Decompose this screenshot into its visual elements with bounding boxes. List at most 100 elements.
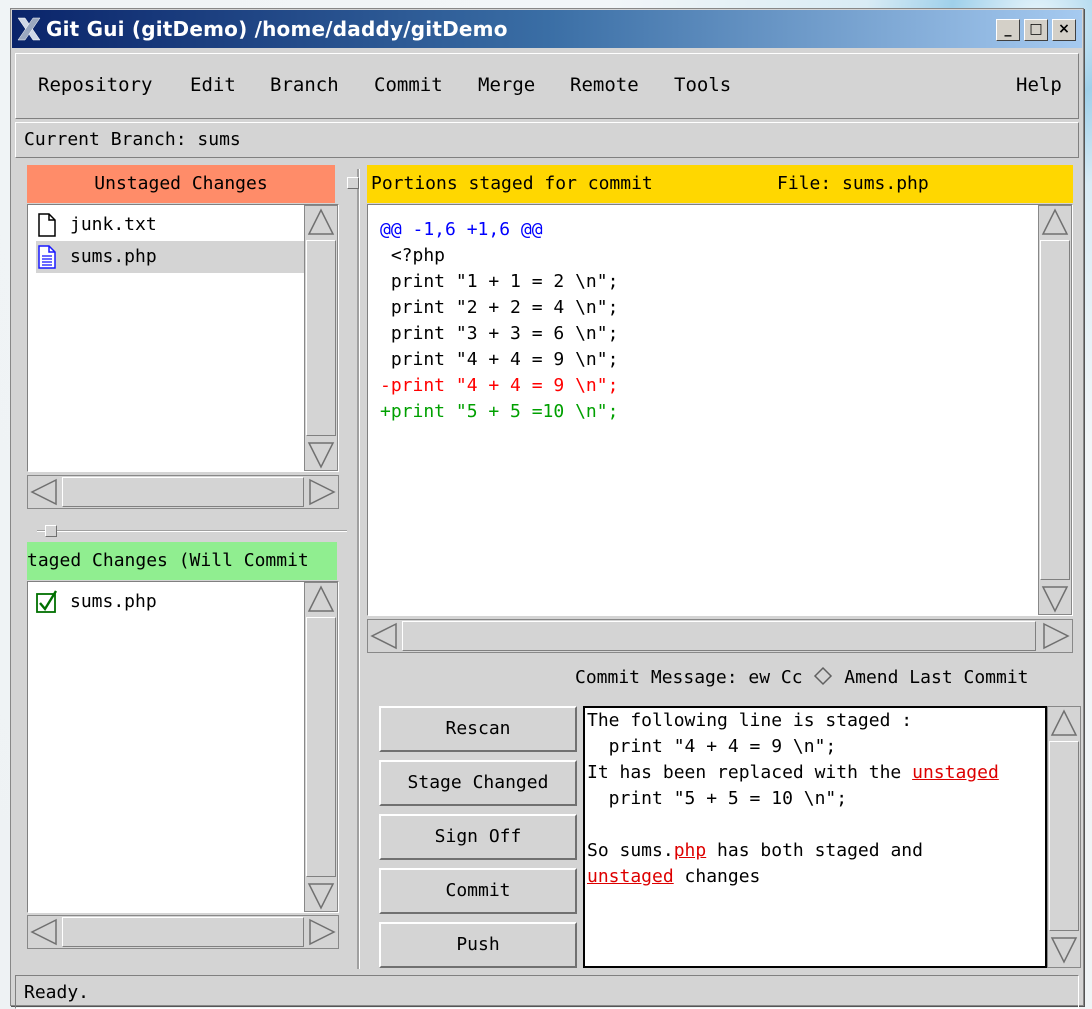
file-name: sums.php bbox=[70, 246, 157, 267]
diff-hunk-header: @@ -1,6 +1,6 @@ bbox=[380, 219, 543, 240]
diff-context-line: print "1 + 1 = 2 \n"; bbox=[380, 271, 619, 292]
rescan-button[interactable]: Rescan bbox=[379, 706, 577, 752]
menu-tools[interactable]: Tools bbox=[674, 74, 731, 96]
file-name: sums.php bbox=[70, 591, 157, 612]
scroll-up-arrow-icon[interactable] bbox=[306, 207, 336, 237]
scroll-thumb[interactable] bbox=[62, 477, 304, 507]
left-pane-splitter[interactable] bbox=[37, 530, 347, 532]
splitter-handle[interactable] bbox=[45, 525, 57, 537]
diff-context-line: print "4 + 4 = 9 \n"; bbox=[380, 349, 619, 370]
amend-last-commit-option[interactable]: Amend Last Commit bbox=[844, 667, 1028, 688]
scroll-left-arrow-icon[interactable] bbox=[369, 621, 399, 651]
push-button[interactable]: Push bbox=[379, 922, 577, 968]
message-line bbox=[585, 812, 999, 838]
list-item-sums-php-selected[interactable]: sums.php bbox=[36, 241, 308, 273]
splitter-handle[interactable] bbox=[347, 177, 359, 189]
status-bar: Ready. bbox=[15, 975, 1079, 1009]
message-line: It has been replaced with the unstaged bbox=[585, 760, 999, 786]
diff-context-line: print "2 + 2 = 4 \n"; bbox=[380, 297, 619, 318]
menu-remote[interactable]: Remote bbox=[570, 74, 639, 96]
diff-vertical-scrollbar[interactable] bbox=[1038, 205, 1072, 615]
scroll-thumb[interactable] bbox=[402, 621, 1036, 651]
x11-logo-icon bbox=[17, 17, 41, 41]
list-item-staged-sums-php[interactable]: sums.php bbox=[36, 586, 308, 618]
unstaged-header-text: Unstaged Changes bbox=[94, 173, 268, 194]
message-line: print "5 + 5 = 10 \n"; bbox=[587, 788, 848, 809]
diff-added-line: +print "5 + 5 =10 \n"; bbox=[380, 401, 619, 422]
message-text: So sums. bbox=[587, 840, 674, 861]
commit-button[interactable]: Commit bbox=[379, 868, 577, 914]
staged-file-list: sums.php bbox=[27, 581, 339, 913]
scroll-left-arrow-icon[interactable] bbox=[29, 917, 59, 947]
menu-repository[interactable]: Repository bbox=[38, 74, 152, 96]
spellcheck-word: unstaged bbox=[587, 866, 674, 887]
unstaged-file-list: junk.txt sums.php bbox=[27, 204, 339, 472]
scroll-left-arrow-icon[interactable] bbox=[29, 477, 59, 507]
scroll-thumb[interactable] bbox=[1040, 240, 1070, 580]
scroll-thumb[interactable] bbox=[62, 917, 304, 947]
staged-changes-header: taged Changes (Will Commit bbox=[27, 542, 337, 580]
new-commit-option[interactable]: ew Cc bbox=[748, 667, 802, 688]
list-item-junk-txt[interactable]: junk.txt bbox=[36, 209, 308, 241]
staged-vertical-scrollbar[interactable] bbox=[304, 582, 338, 912]
radio-diamond-icon[interactable] bbox=[813, 666, 833, 686]
maximize-button[interactable]: □ bbox=[1024, 19, 1048, 41]
title-bar[interactable]: Git Gui (gitDemo) /home/daddy/gitDemo _ … bbox=[12, 10, 1082, 48]
current-branch-label: Current Branch: sums bbox=[24, 129, 241, 150]
diff-header-label: Portions staged for commit bbox=[371, 173, 653, 194]
menu-bar: Repository Edit Branch Commit Merge Remo… bbox=[15, 53, 1079, 119]
scroll-thumb[interactable] bbox=[306, 617, 336, 877]
commit-message-scrollbar[interactable] bbox=[1047, 706, 1081, 968]
commit-message-textarea[interactable]: The following line is staged : print "4 … bbox=[583, 706, 1047, 968]
commit-message-label: Commit Message: bbox=[575, 667, 738, 688]
scroll-thumb[interactable] bbox=[1049, 741, 1079, 931]
sign-off-button[interactable]: Sign Off bbox=[379, 814, 577, 860]
close-button[interactable]: × bbox=[1052, 19, 1076, 41]
spellcheck-word: php bbox=[673, 840, 707, 861]
message-line: unstaged changes bbox=[585, 864, 999, 890]
menu-commit[interactable]: Commit bbox=[374, 74, 443, 96]
main-pane-splitter[interactable] bbox=[357, 169, 360, 969]
file-modified-icon bbox=[38, 245, 56, 269]
status-text: Ready. bbox=[24, 982, 90, 1003]
message-text: has both staged and bbox=[706, 840, 923, 861]
menu-merge[interactable]: Merge bbox=[478, 74, 535, 96]
scroll-down-arrow-icon[interactable] bbox=[1049, 935, 1079, 965]
scroll-up-arrow-icon[interactable] bbox=[1040, 207, 1070, 237]
staged-horizontal-scrollbar[interactable] bbox=[27, 915, 339, 949]
scroll-down-arrow-icon[interactable] bbox=[306, 440, 336, 470]
scroll-right-arrow-icon[interactable] bbox=[307, 477, 337, 507]
diff-horizontal-scrollbar[interactable] bbox=[367, 619, 1073, 653]
scroll-thumb[interactable] bbox=[306, 240, 336, 436]
stage-changed-button[interactable]: Stage Changed bbox=[379, 760, 577, 806]
unstaged-horizontal-scrollbar[interactable] bbox=[27, 475, 339, 509]
staged-header-text: taged Changes (Will Commit bbox=[27, 550, 309, 571]
diff-header: Portions staged for commit File: sums.ph… bbox=[367, 165, 1073, 203]
minimize-button[interactable]: _ bbox=[996, 19, 1020, 41]
window-title: Git Gui (gitDemo) /home/daddy/gitDemo bbox=[46, 17, 508, 41]
menu-branch[interactable]: Branch bbox=[270, 74, 339, 96]
commit-message-label-row: Commit Message: ew Cc Amend Last Commit bbox=[575, 663, 1075, 693]
file-name: junk.txt bbox=[70, 214, 157, 235]
menu-help[interactable]: Help bbox=[1016, 74, 1062, 96]
file-plain-icon bbox=[38, 213, 56, 237]
menu-edit[interactable]: Edit bbox=[190, 74, 236, 96]
message-text: changes bbox=[673, 866, 761, 887]
git-gui-window: Git Gui (gitDemo) /home/daddy/gitDemo _ … bbox=[10, 8, 1084, 1009]
scroll-down-arrow-icon[interactable] bbox=[306, 881, 336, 911]
diff-context-line: print "3 + 3 = 6 \n"; bbox=[380, 323, 619, 344]
scroll-down-arrow-icon[interactable] bbox=[1040, 584, 1070, 614]
unstaged-vertical-scrollbar[interactable] bbox=[304, 205, 338, 471]
scroll-right-arrow-icon[interactable] bbox=[307, 917, 337, 947]
diff-file-label: File: sums.php bbox=[777, 173, 929, 194]
spellcheck-word: unstaged bbox=[912, 762, 999, 783]
commit-message-text: The following line is staged : print "4 … bbox=[585, 708, 999, 890]
scroll-right-arrow-icon[interactable] bbox=[1041, 621, 1071, 651]
scroll-up-arrow-icon[interactable] bbox=[306, 584, 336, 614]
scroll-up-arrow-icon[interactable] bbox=[1049, 708, 1079, 738]
file-staged-check-icon bbox=[36, 590, 58, 613]
message-line: print "4 + 4 = 9 \n"; bbox=[587, 736, 837, 757]
message-line: The following line is staged : bbox=[587, 710, 913, 731]
diff-context-line: <?php bbox=[380, 245, 446, 266]
message-text: It has been replaced with the bbox=[587, 762, 913, 783]
